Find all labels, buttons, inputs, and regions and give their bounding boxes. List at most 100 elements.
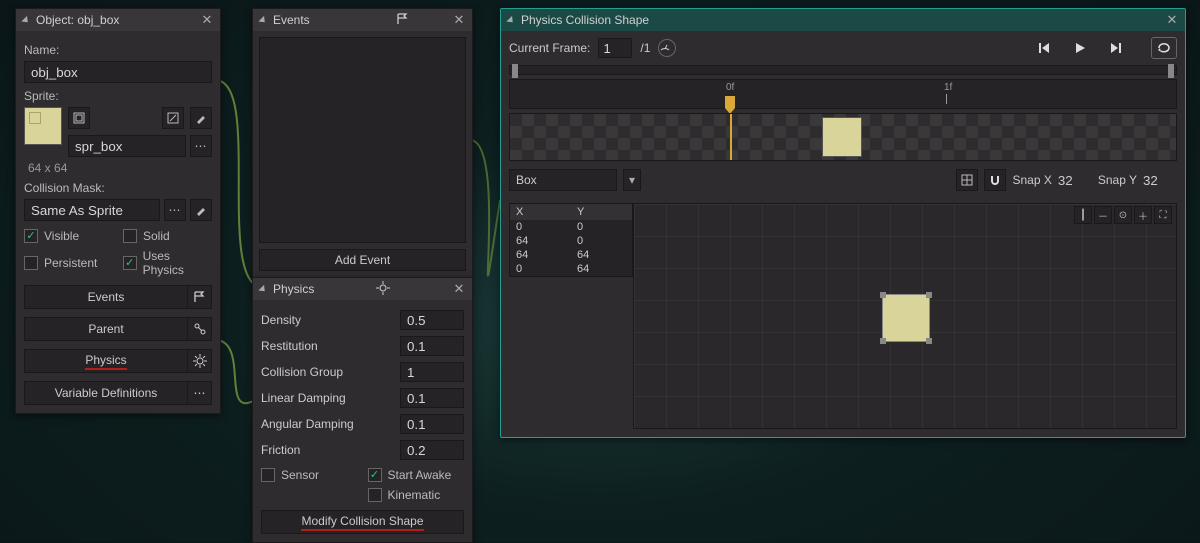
visible-checkbox[interactable]: Visible bbox=[24, 229, 113, 243]
close-icon[interactable]: ✕ bbox=[1165, 13, 1179, 27]
flag-icon bbox=[187, 286, 211, 308]
current-frame-input[interactable] bbox=[598, 38, 632, 58]
zoom-out-icon[interactable]: － bbox=[1094, 206, 1112, 224]
timeline-ruler[interactable]: 0f 1f bbox=[509, 79, 1177, 109]
sprite-label: Sprite: bbox=[24, 89, 212, 103]
sprite-paint-icon[interactable] bbox=[190, 107, 212, 129]
vertex-row[interactable]: 6464 bbox=[510, 248, 632, 262]
speed-icon[interactable] bbox=[658, 39, 676, 57]
vertex-y: 64 bbox=[571, 262, 632, 276]
object-name-input[interactable] bbox=[24, 61, 212, 83]
physics-prop-input[interactable] bbox=[400, 440, 464, 460]
collision-mask-browse-button[interactable]: ⋯ bbox=[164, 199, 186, 221]
events-list[interactable] bbox=[259, 37, 466, 243]
vertex-x: 64 bbox=[510, 248, 571, 262]
collapse-icon[interactable] bbox=[258, 284, 267, 293]
hierarchy-icon bbox=[187, 318, 211, 340]
shape-type-dropdown[interactable]: ▾ bbox=[623, 169, 641, 191]
vertex-y: 0 bbox=[571, 234, 632, 248]
start-awake-checkbox[interactable]: Start Awake bbox=[368, 468, 465, 482]
solid-checkbox[interactable]: Solid bbox=[123, 229, 212, 243]
snap-y-input[interactable] bbox=[1143, 173, 1177, 188]
collapse-icon[interactable] bbox=[506, 15, 515, 24]
loop-icon[interactable] bbox=[1151, 37, 1177, 59]
sprite-expand-icon[interactable] bbox=[68, 107, 90, 129]
ruler-toggle-icon[interactable]: ┃ bbox=[1074, 206, 1092, 224]
vertex-y: 0 bbox=[571, 220, 632, 234]
physics-button[interactable]: Physics bbox=[24, 349, 212, 373]
persistent-checkbox[interactable]: Persistent bbox=[24, 249, 113, 277]
vertex-y: 64 bbox=[571, 248, 632, 262]
sprite-name-input[interactable] bbox=[68, 135, 186, 157]
vertex-row[interactable]: 064 bbox=[510, 262, 632, 276]
snap-y-label: Snap Y bbox=[1098, 173, 1137, 187]
snap-x-input[interactable] bbox=[1058, 173, 1092, 188]
flag-icon bbox=[396, 12, 410, 29]
physics-prop-row: Angular Damping bbox=[261, 412, 464, 436]
timeline-scrubber[interactable] bbox=[509, 65, 1177, 75]
sprite-dimensions: 64 x 64 bbox=[28, 161, 212, 175]
physics-panel: Physics ✕ DensityRestitutionCollision Gr… bbox=[252, 277, 473, 543]
range-end-handle[interactable] bbox=[1168, 64, 1174, 78]
object-panel-header[interactable]: Object: obj_box ✕ bbox=[16, 9, 220, 31]
vertex-handle[interactable] bbox=[926, 338, 932, 344]
physics-prop-input[interactable] bbox=[400, 414, 464, 434]
collision-shape-panel: Physics Collision Shape ✕ Current Frame:… bbox=[500, 8, 1186, 438]
close-icon[interactable]: ✕ bbox=[452, 282, 466, 296]
physics-prop-row: Restitution bbox=[261, 334, 464, 358]
parent-button[interactable]: Parent bbox=[24, 317, 212, 341]
sprite-browse-button[interactable]: ⋯ bbox=[190, 135, 212, 157]
zoom-in-icon[interactable]: ＋ bbox=[1134, 206, 1152, 224]
vertex-handle[interactable] bbox=[926, 292, 932, 298]
shape-panel-header[interactable]: Physics Collision Shape ✕ bbox=[501, 9, 1185, 31]
kinematic-checkbox[interactable]: Kinematic bbox=[368, 488, 465, 502]
sprite-thumbnail[interactable] bbox=[24, 107, 62, 145]
more-icon: ⋯ bbox=[187, 382, 211, 404]
vertex-table: X Y 006406464064 bbox=[509, 203, 633, 277]
physics-prop-label: Restitution bbox=[261, 339, 400, 353]
physics-prop-label: Linear Damping bbox=[261, 391, 400, 405]
grid-icon[interactable] bbox=[956, 169, 978, 191]
events-button[interactable]: Events bbox=[24, 285, 212, 309]
range-start-handle[interactable] bbox=[512, 64, 518, 78]
object-inspector-panel: Object: obj_box ✕ Name: Sprite: bbox=[15, 8, 221, 414]
collapse-icon[interactable] bbox=[21, 15, 30, 24]
uses-physics-checkbox[interactable]: Uses Physics bbox=[123, 249, 212, 277]
collision-mask-edit-icon[interactable] bbox=[190, 199, 212, 221]
snap-x-label: Snap X bbox=[1012, 173, 1051, 187]
frame-thumbnail[interactable] bbox=[822, 117, 862, 157]
vertex-handle[interactable] bbox=[880, 292, 886, 298]
physics-prop-input[interactable] bbox=[400, 362, 464, 382]
physics-panel-header[interactable]: Physics ✕ bbox=[253, 278, 472, 300]
vertex-row[interactable]: 640 bbox=[510, 234, 632, 248]
add-event-button[interactable]: Add Event bbox=[259, 249, 466, 271]
playhead[interactable] bbox=[725, 96, 735, 108]
vertex-row[interactable]: 00 bbox=[510, 220, 632, 234]
vertex-handle[interactable] bbox=[880, 338, 886, 344]
shape-panel-title: Physics Collision Shape bbox=[521, 13, 649, 27]
events-panel-header[interactable]: Events ✕ bbox=[253, 9, 472, 31]
physics-prop-input[interactable] bbox=[400, 388, 464, 408]
zoom-reset-icon[interactable]: ⊙ bbox=[1114, 206, 1132, 224]
physics-prop-input[interactable] bbox=[400, 336, 464, 356]
sensor-checkbox[interactable]: Sensor bbox=[261, 468, 358, 482]
frames-strip[interactable] bbox=[509, 113, 1177, 161]
close-icon[interactable]: ✕ bbox=[200, 13, 214, 27]
modify-collision-shape-button[interactable]: Modify Collision Shape bbox=[261, 510, 464, 534]
play-icon[interactable] bbox=[1071, 39, 1089, 57]
variable-definitions-button[interactable]: Variable Definitions ⋯ bbox=[24, 381, 212, 405]
close-icon[interactable]: ✕ bbox=[452, 13, 466, 27]
first-frame-icon[interactable] bbox=[1035, 39, 1053, 57]
snap-icon[interactable] bbox=[984, 169, 1006, 191]
collision-shape-preview[interactable] bbox=[882, 294, 930, 342]
collision-mask-input[interactable] bbox=[24, 199, 160, 221]
vertex-x: 0 bbox=[510, 262, 571, 276]
last-frame-icon[interactable] bbox=[1107, 39, 1125, 57]
shape-canvas[interactable]: ┃ － ⊙ ＋ ⛶ bbox=[633, 203, 1177, 429]
sprite-edit-icon[interactable] bbox=[162, 107, 184, 129]
current-frame-label: Current Frame: bbox=[509, 41, 590, 55]
physics-prop-label: Density bbox=[261, 313, 400, 327]
fullscreen-icon[interactable]: ⛶ bbox=[1154, 206, 1172, 224]
collapse-icon[interactable] bbox=[258, 15, 267, 24]
physics-prop-input[interactable] bbox=[400, 310, 464, 330]
